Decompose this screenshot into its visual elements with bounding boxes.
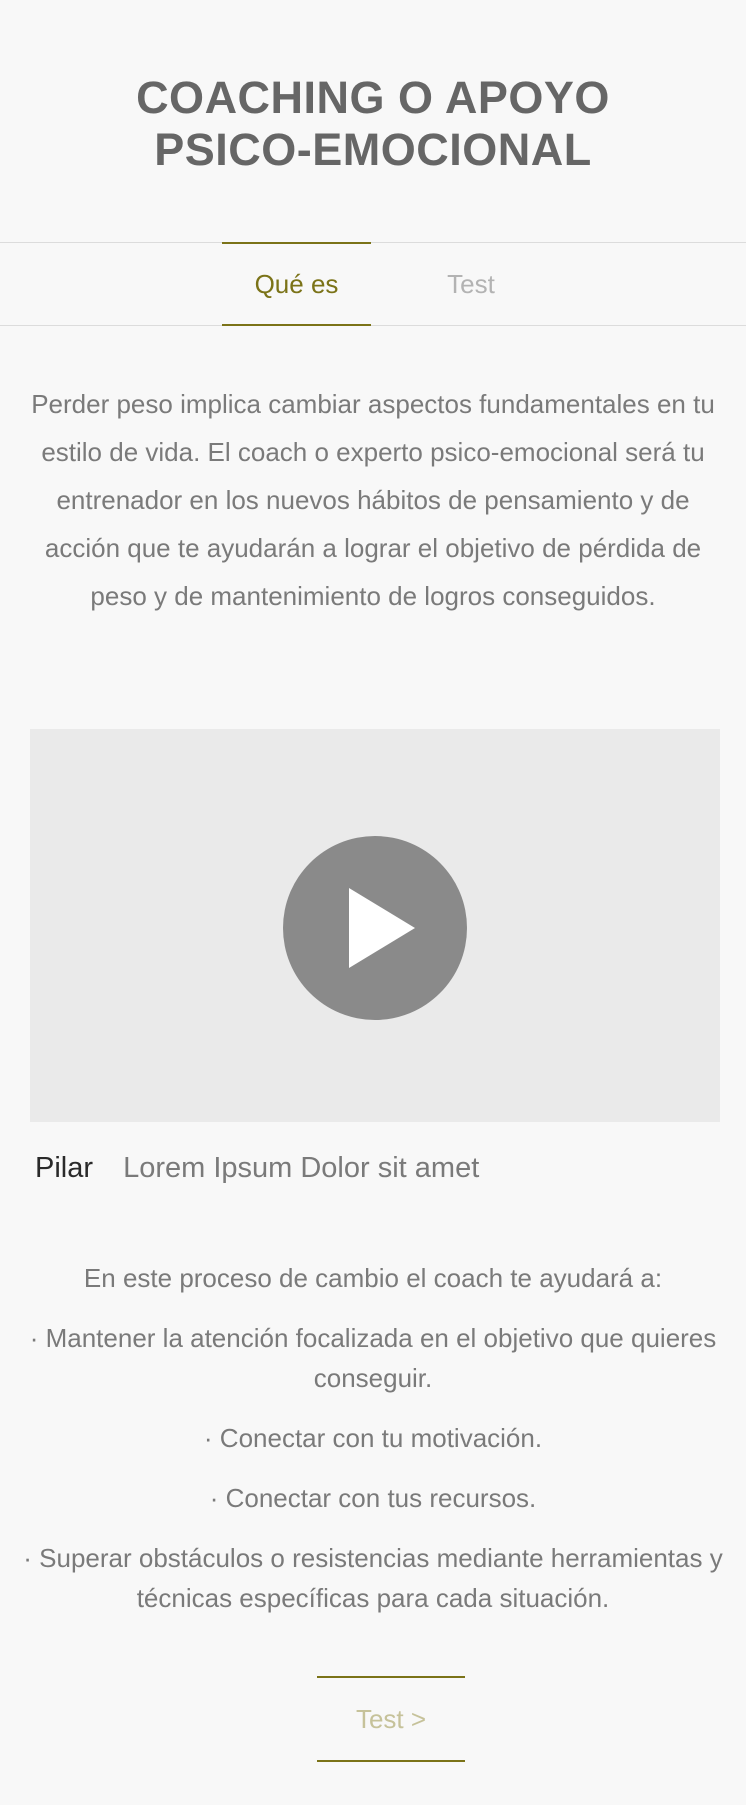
tab-bar: Qué es Test: [0, 242, 746, 326]
page-title-line-1: COACHING O APOYO: [136, 72, 610, 123]
video-caption: Pilar Lorem Ipsum Dolor sit amet: [35, 1148, 479, 1188]
page-title-line-2: PSICO-EMOCIONAL: [154, 124, 592, 175]
benefits-lead: En este proceso de cambio el coach te ay…: [83, 1263, 663, 1293]
benefits-section: En este proceso de cambio el coach te ay…: [20, 1258, 726, 1638]
caption-text: Lorem Ipsum Dolor sit amet: [123, 1152, 480, 1184]
video-player[interactable]: [30, 729, 720, 1122]
benefit-item: · Superar obstáculos o resistencias medi…: [23, 1543, 723, 1613]
play-button[interactable]: [283, 836, 467, 1020]
tab-que-es[interactable]: Qué es: [222, 242, 371, 326]
page-title: COACHING O APOYO PSICO-EMOCIONAL: [0, 72, 746, 176]
header: COACHING O APOYO PSICO-EMOCIONAL: [0, 0, 746, 242]
caption-label: Pilar: [35, 1152, 94, 1184]
test-link-button[interactable]: Test >: [317, 1676, 465, 1762]
tab-test[interactable]: Test: [400, 242, 542, 326]
intro-paragraph: Perder peso implica cambiar aspectos fun…: [31, 389, 715, 611]
benefit-item: · Conectar con tus recursos.: [209, 1483, 537, 1513]
benefit-item: · Mantener la atención focalizada en el …: [29, 1323, 717, 1393]
play-icon: [349, 888, 415, 968]
benefit-item: · Conectar con tu motivación.: [203, 1423, 543, 1453]
